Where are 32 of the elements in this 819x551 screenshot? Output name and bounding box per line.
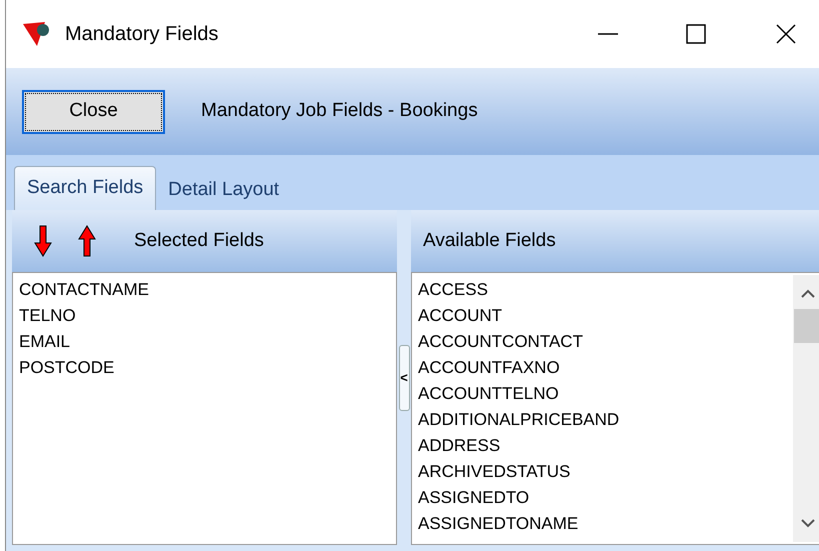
down-arrow-icon[interactable] [34,225,52,257]
toolbar-caption: Mandatory Job Fields - Bookings [201,99,478,124]
panel-title: Available Fields [423,228,556,253]
tab[interactable]: Search Fields [14,166,156,210]
list-item[interactable]: ASSIGNEDTO [418,485,793,511]
window-title: Mandatory Fields [65,22,218,47]
list-item[interactable]: POSTCODE [19,355,396,381]
scroll-thumb[interactable] [794,309,819,343]
up-arrow-icon[interactable] [78,225,96,257]
list-item[interactable]: ASSIGNEDTONAME [418,511,793,537]
list-item[interactable]: ADDRESS [418,433,793,459]
available-fields-list[interactable]: ACCESS ACCOUNT ACCOUNTCONTACT ACCOUNTFAXNO ACCOUNTTELNO ADDITIONALPRICEBAND ADDRESS ARCHIVEDSTATUS ASSIGNEDTO ASSIGNEDTONAME [411,272,819,545]
scroll-up-icon[interactable] [801,289,815,299]
scrollbar[interactable] [793,275,819,542]
close-button[interactable]: Close [22,90,165,134]
maximize-icon[interactable] [686,24,706,44]
close-icon[interactable] [776,24,796,44]
collapse-handle[interactable]: < [398,344,410,410]
list-item[interactable]: ACCOUNTCONTACT [418,329,793,355]
list-item[interactable]: ACCESS [418,277,793,303]
selected-fields-list[interactable]: CONTACTNAME TELNO EMAIL POSTCODE [12,272,397,545]
tab[interactable]: Detail Layout [156,170,292,210]
list-item[interactable]: EMAIL [19,329,396,355]
list-item[interactable]: ACCOUNTTELNO [418,381,793,407]
list-item[interactable]: ACCOUNT [418,303,793,329]
list-item[interactable]: ADDITIONALPRICEBAND [418,407,793,433]
list-item[interactable]: ARCHIVEDSTATUS [418,459,793,485]
list-item[interactable]: TELNO [19,303,396,329]
panel-title: Selected Fields [134,228,264,253]
scroll-down-icon[interactable] [801,518,815,528]
list-item[interactable]: CONTACTNAME [19,277,396,303]
list-item[interactable]: ACCOUNTFAXNO [418,355,793,381]
